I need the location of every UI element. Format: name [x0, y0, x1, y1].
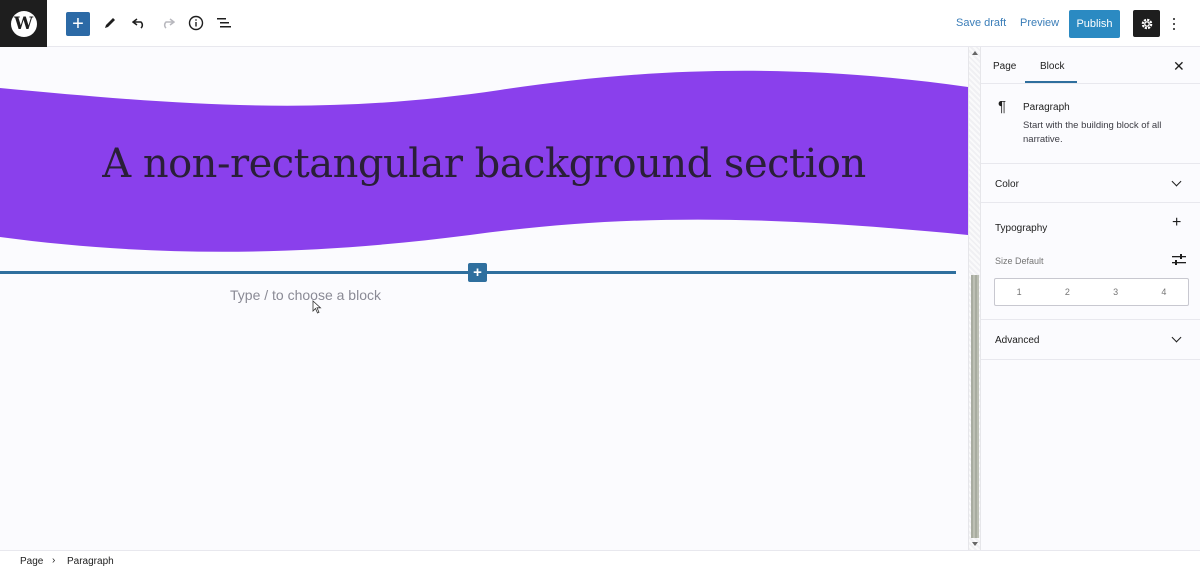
tab-block[interactable]: Block — [1040, 61, 1064, 72]
dot-icon — [1173, 23, 1175, 25]
color-panel-title[interactable]: Color — [995, 179, 1019, 190]
sidebar-tabs: Page Block ✕ — [981, 47, 1200, 84]
close-sidebar-button[interactable]: ✕ — [1173, 58, 1185, 75]
scroll-up-icon[interactable] — [972, 51, 978, 55]
paragraph-placeholder[interactable]: Type / to choose a block — [230, 287, 381, 303]
editor-canvas[interactable]: A non-rectangular background section + T… — [0, 47, 968, 550]
list-view-button[interactable] — [211, 10, 237, 36]
block-card: ¶ Paragraph Start with the building bloc… — [981, 84, 1200, 164]
preview-button[interactable]: Preview — [1020, 17, 1059, 29]
chevron-down-icon — [1171, 176, 1182, 187]
font-size-option[interactable]: 2 — [1043, 279, 1091, 305]
top-toolbar: W + Save draft Preview Publish — [0, 0, 1200, 47]
canvas-scrollbar[interactable] — [968, 47, 981, 550]
redo-button[interactable] — [155, 10, 181, 36]
tools-button[interactable] — [97, 10, 123, 36]
redo-icon — [163, 18, 175, 29]
block-title: Paragraph — [1023, 102, 1070, 113]
custom-size-sliders-icon[interactable] — [1172, 253, 1186, 266]
undo-icon — [132, 18, 144, 29]
undo-button[interactable] — [126, 10, 152, 36]
plus-icon: + — [72, 13, 84, 35]
block-description: Start with the building block of all nar… — [1023, 120, 1162, 145]
dot-icon — [1173, 28, 1175, 30]
dot-icon — [1173, 18, 1175, 20]
settings-button[interactable] — [1133, 10, 1160, 37]
typography-options-button[interactable]: + — [1172, 215, 1181, 231]
breadcrumb-paragraph[interactable]: Paragraph — [67, 556, 114, 567]
size-label: Size Default — [995, 256, 1044, 266]
wordpress-logo-button[interactable]: W — [0, 0, 47, 47]
advanced-panel-title[interactable]: Advanced — [995, 335, 1039, 346]
gear-icon — [1141, 18, 1152, 29]
advanced-panel[interactable]: Advanced — [981, 320, 1200, 360]
font-size-option[interactable]: 1 — [995, 279, 1043, 305]
settings-sidebar: Page Block ✕ ¶ Paragraph Start with the … — [981, 47, 1200, 550]
publish-button[interactable]: Publish — [1069, 10, 1120, 38]
heading-block[interactable]: A non-rectangular background section — [0, 141, 968, 187]
plus-icon: + — [473, 264, 482, 281]
details-button[interactable] — [183, 10, 209, 36]
mouse-cursor-icon — [312, 300, 322, 314]
pencil-icon — [105, 18, 115, 28]
wordpress-logo-icon: W — [10, 10, 37, 37]
save-draft-button[interactable]: Save draft — [956, 17, 1006, 29]
paragraph-icon: ¶ — [998, 98, 1007, 115]
inline-inserter-button[interactable]: + — [468, 263, 487, 282]
scrollbar-thumb[interactable] — [971, 275, 979, 538]
info-icon — [188, 15, 204, 31]
add-block-button[interactable]: + — [66, 12, 90, 36]
breadcrumb: Page › Paragraph — [0, 550, 1200, 569]
font-size-option[interactable]: 4 — [1140, 279, 1188, 305]
typography-panel-title[interactable]: Typography — [995, 223, 1047, 234]
scroll-down-icon[interactable] — [972, 542, 978, 546]
font-size-option[interactable]: 3 — [1092, 279, 1140, 305]
active-tab-indicator — [1025, 81, 1077, 83]
color-panel[interactable]: Color — [981, 164, 1200, 203]
more-options-button[interactable] — [1168, 12, 1180, 36]
list-view-icon — [217, 18, 231, 28]
font-size-toggle-group: 1 2 3 4 — [994, 278, 1189, 306]
tab-page[interactable]: Page — [993, 61, 1016, 72]
breadcrumb-page[interactable]: Page — [20, 556, 43, 567]
chevron-down-icon — [1171, 332, 1182, 343]
chevron-right-icon: › — [52, 555, 56, 566]
